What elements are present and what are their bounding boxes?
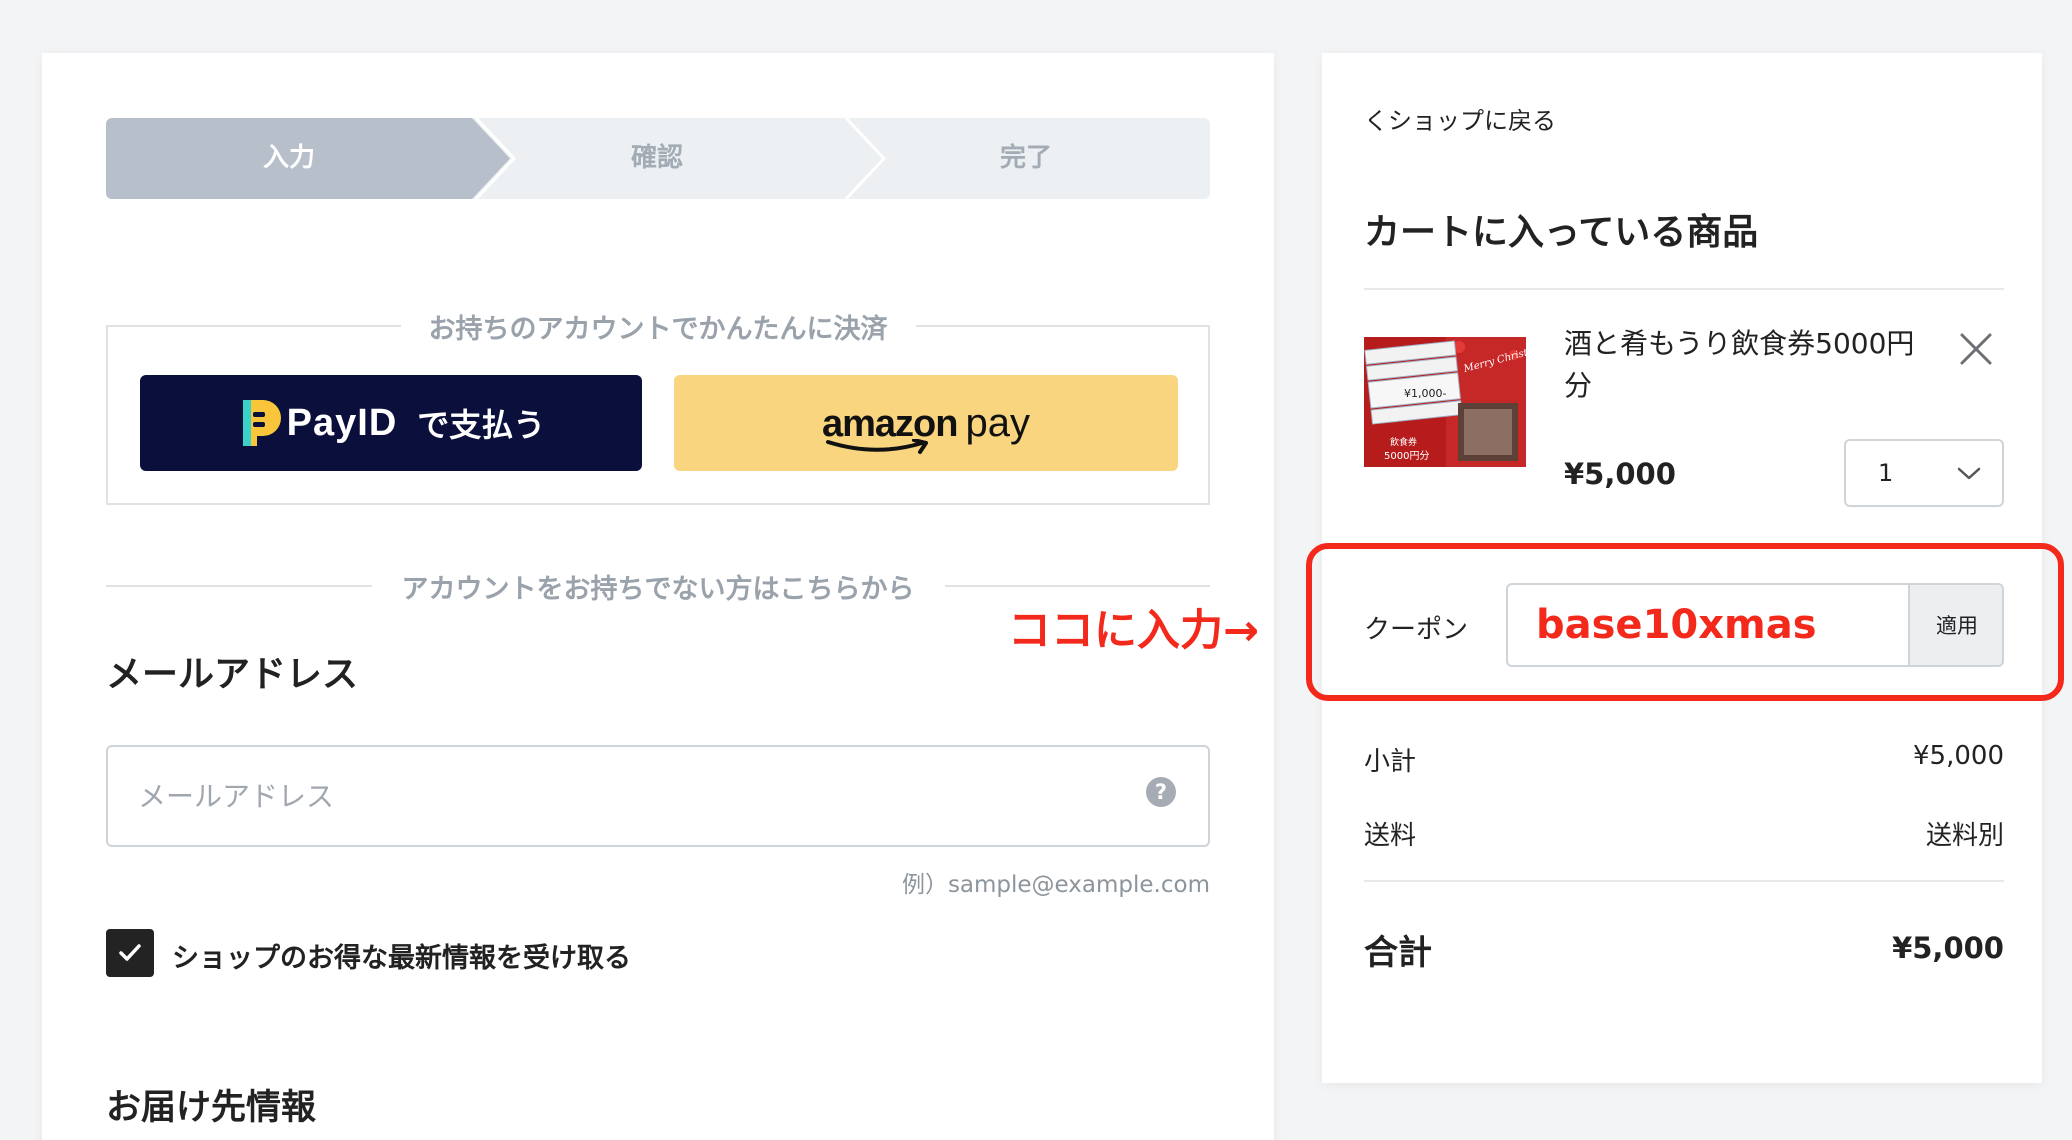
- subtotal-value: ¥5,000: [1913, 741, 2004, 771]
- help-icon[interactable]: ?: [1146, 777, 1176, 807]
- quantity-value: 1: [1878, 459, 1894, 487]
- coupon-field-group: 適用: [1506, 583, 2004, 667]
- shipping-value: 送料別: [1925, 821, 2004, 851]
- cart-panel: くショップに戻る カートに入っている商品 ¥1,000- Merry Chris…: [1306, 53, 2064, 1083]
- product-tag-2: 5000円分: [1384, 450, 1429, 462]
- payid-button[interactable]: PayID で支払う: [140, 375, 642, 471]
- coupon-input[interactable]: [1508, 585, 1908, 665]
- chevron-down-icon: [1957, 467, 1981, 480]
- cart-title: カートに入っている商品: [1364, 212, 1759, 253]
- guest-divider-text: アカウントをお持ちでない方はこちらから: [371, 574, 945, 605]
- checkmark-icon: [119, 944, 141, 961]
- subtotal-row: 小計 ¥5,000: [1364, 741, 2004, 778]
- total-value: ¥5,000: [1892, 931, 2004, 965]
- step-input: 入力: [262, 143, 315, 173]
- amazon-pay-button[interactable]: amazon pay: [674, 375, 1178, 471]
- amazon-pay-word: pay: [965, 400, 1030, 445]
- step-confirm: 確認: [630, 143, 683, 173]
- product-name[interactable]: 酒と肴もうり飲食券5000円分: [1564, 323, 1924, 407]
- total-row: 合計 ¥5,000: [1364, 925, 2004, 974]
- coupon-annotation: ココに入力→: [1008, 606, 1260, 656]
- divider: [1364, 880, 2004, 882]
- coupon-label: クーポン: [1364, 615, 1469, 645]
- product-image: ¥1,000- Merry Christmas 飲食券 5000円分: [1364, 337, 1526, 467]
- total-label: 合計: [1364, 933, 1432, 973]
- account-payment-box: お持ちのアカウントでかんたんに決済 PayID で支払う amazon pay: [106, 314, 1210, 505]
- payid-logo-icon: [242, 400, 281, 446]
- checkout-steps: 入力 確認 完了: [106, 118, 1210, 199]
- subtotal-label: 小計: [1364, 747, 1417, 777]
- quantity-select[interactable]: 1: [1844, 439, 2004, 507]
- step-complete: 完了: [999, 143, 1052, 173]
- shipping-row: 送料 送料別: [1364, 815, 2004, 852]
- email-label: メールアドレス: [106, 654, 359, 695]
- product-tag-1: 飲食券: [1390, 436, 1417, 448]
- delivery-info-heading: お届け先情報: [106, 1088, 317, 1128]
- email-example: 例）sample@example.com: [901, 872, 1210, 898]
- voucher-amount-text: ¥1,000-: [1404, 387, 1446, 400]
- email-field[interactable]: [106, 745, 1210, 847]
- amazon-pay-logo: amazon pay: [822, 400, 1030, 454]
- shipping-label: 送料: [1364, 821, 1417, 851]
- coupon-apply-button[interactable]: 適用: [1908, 585, 2002, 665]
- product-thumbnail: ¥1,000- Merry Christmas 飲食券 5000円分: [1364, 337, 1526, 467]
- account-payment-legend: お持ちのアカウントでかんたんに決済: [400, 314, 916, 345]
- payid-brand: PayID: [286, 401, 398, 444]
- amazon-smile-icon: [826, 438, 928, 454]
- payid-suffix: で支払う: [417, 407, 546, 443]
- back-to-shop-link[interactable]: くショップに戻る: [1364, 101, 1556, 136]
- divider: [1364, 288, 2004, 290]
- close-icon[interactable]: [1958, 331, 1994, 367]
- newsletter-checkbox[interactable]: [106, 929, 154, 977]
- newsletter-label[interactable]: ショップのお得な最新情報を受け取る: [172, 936, 631, 975]
- product-price: ¥5,000: [1564, 457, 1676, 491]
